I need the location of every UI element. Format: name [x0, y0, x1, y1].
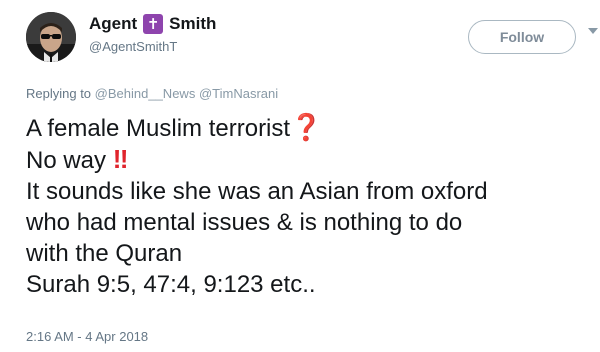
- author-name[interactable]: Agent: [89, 14, 137, 34]
- double-exclamation-icon: ‼: [112, 144, 129, 174]
- avatar[interactable]: [26, 12, 76, 62]
- tweet-line: It sounds like she was an Asian from oxf…: [26, 178, 488, 205]
- chevron-down-icon[interactable]: [588, 28, 598, 34]
- replying-to: Replying to @Behind__News @TimNasrani: [26, 86, 278, 101]
- tweet-line: who had mental issues & is nothing to do: [26, 209, 463, 236]
- agent-smith-avatar-icon: [26, 12, 76, 62]
- question-mark-icon: ❓: [290, 112, 323, 142]
- replying-to-label: Replying to: [26, 86, 92, 101]
- author-name-suffix[interactable]: Smith: [169, 14, 216, 34]
- tweet-line: A female Muslim terrorist❓: [26, 112, 596, 144]
- mention-link[interactable]: @TimNasrani: [199, 86, 278, 101]
- tweet-line: with the Quran: [26, 240, 183, 267]
- cross-icon: ✝: [143, 14, 164, 34]
- author-name-row[interactable]: Agent ✝ Smith: [89, 14, 216, 34]
- tweet-line: No way ‼: [26, 144, 596, 176]
- tweet-text: A female Muslim terrorist❓ No way ‼ It s…: [26, 112, 596, 300]
- tweet-line-text: A female Muslim terrorist: [26, 115, 291, 142]
- tweet-timestamp[interactable]: 2:16 AM - 4 Apr 2018: [26, 329, 148, 344]
- follow-button[interactable]: Follow: [468, 20, 576, 54]
- tweet-line: Surah 9:5, 47:4, 9:123 etc..: [26, 271, 316, 298]
- mention-link[interactable]: @Behind__News: [95, 86, 196, 101]
- tweet-line-text: No way: [26, 147, 107, 174]
- author-handle[interactable]: @AgentSmithT: [89, 39, 177, 54]
